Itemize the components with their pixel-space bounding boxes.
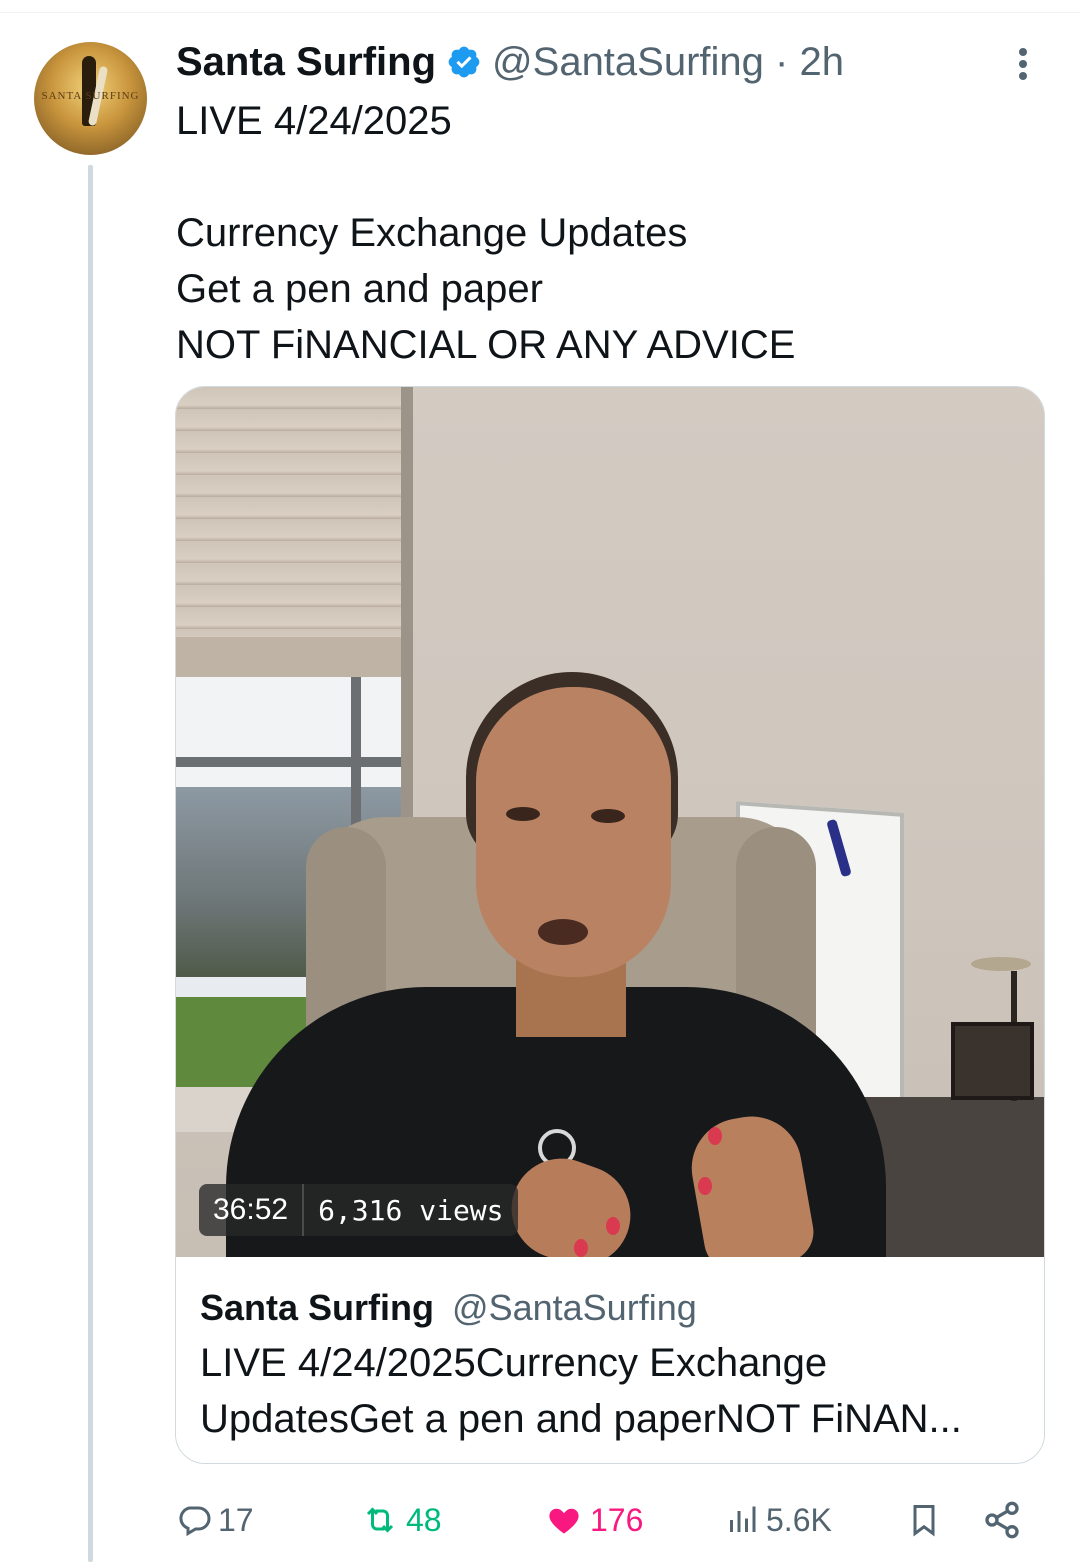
post-text-line <box>176 149 1036 205</box>
reply-count: 17 <box>218 1501 254 1538</box>
handle-and-time[interactable]: @SantaSurfing · 2h <box>492 40 844 85</box>
video-info-badge: 36:52 6,316 views <box>199 1184 518 1236</box>
card-description: LIVE 4/24/2025Currency Exchange UpdatesG… <box>200 1335 1020 1447</box>
thread-line <box>88 165 93 1562</box>
repost-icon <box>366 1507 394 1533</box>
post-text-line: Currency Exchange Updates <box>176 211 688 255</box>
post-header: Santa Surfing @SantaSurfing · 2h <box>176 38 844 86</box>
avatar[interactable]: SANTA SURFING <box>34 42 147 155</box>
post-text-line: LIVE 4/24/2025 <box>176 99 452 143</box>
card-description-line: LIVE 4/24/2025Currency Exchange <box>200 1341 828 1385</box>
post-text-line: Get a pen and paper <box>176 267 543 311</box>
repost-button[interactable]: 48 <box>360 1496 442 1544</box>
video-view-count: 6,316 views <box>318 1193 504 1227</box>
video-thumbnail[interactable]: 36:52 6,316 views <box>176 387 1044 1257</box>
author-name[interactable]: Santa Surfing <box>176 40 436 85</box>
views-button[interactable]: 5.6K <box>724 1496 832 1544</box>
card-author: Santa Surfing @SantaSurfing <box>200 1287 697 1329</box>
analytics-icon <box>730 1506 756 1532</box>
post-text-line: NOT FiNANCIAL OR ANY ADVICE <box>176 323 796 367</box>
avatar-logo-text: SANTA SURFING <box>41 90 140 102</box>
card-author-handle: @SantaSurfing <box>452 1287 697 1328</box>
top-divider <box>0 12 1080 13</box>
bookmark-icon <box>913 1505 935 1537</box>
share-button[interactable] <box>982 1496 1022 1544</box>
action-bar: 17 48 176 5.6K <box>176 1490 1046 1550</box>
more-options-icon[interactable] <box>1008 44 1038 84</box>
card-description-line: UpdatesGet a pen and paperNOT FiNAN... <box>200 1397 962 1441</box>
share-icon <box>985 1501 1019 1539</box>
card-author-name: Santa Surfing <box>200 1287 435 1328</box>
like-count: 176 <box>590 1501 644 1538</box>
reply-icon <box>179 1506 211 1537</box>
video-blinds <box>176 387 411 677</box>
reply-button[interactable]: 17 <box>176 1496 254 1544</box>
video-duration: 36:52 <box>199 1184 305 1236</box>
like-button[interactable]: 176 <box>544 1496 643 1544</box>
views-count: 5.6K <box>766 1501 832 1538</box>
video-photo-frame <box>951 1022 1034 1100</box>
verified-badge-icon <box>448 46 480 78</box>
card-footer[interactable]: Santa Surfing @SantaSurfing LIVE 4/24/20… <box>176 1257 1044 1463</box>
heart-icon <box>549 1508 579 1534</box>
bookmark-button[interactable] <box>906 1496 942 1544</box>
post-text: LIVE 4/24/2025 Currency Exchange Updates… <box>176 93 1036 373</box>
repost-count: 48 <box>406 1501 442 1538</box>
quoted-video-card[interactable]: 36:52 6,316 views Santa Surfing @SantaSu… <box>175 386 1045 1464</box>
